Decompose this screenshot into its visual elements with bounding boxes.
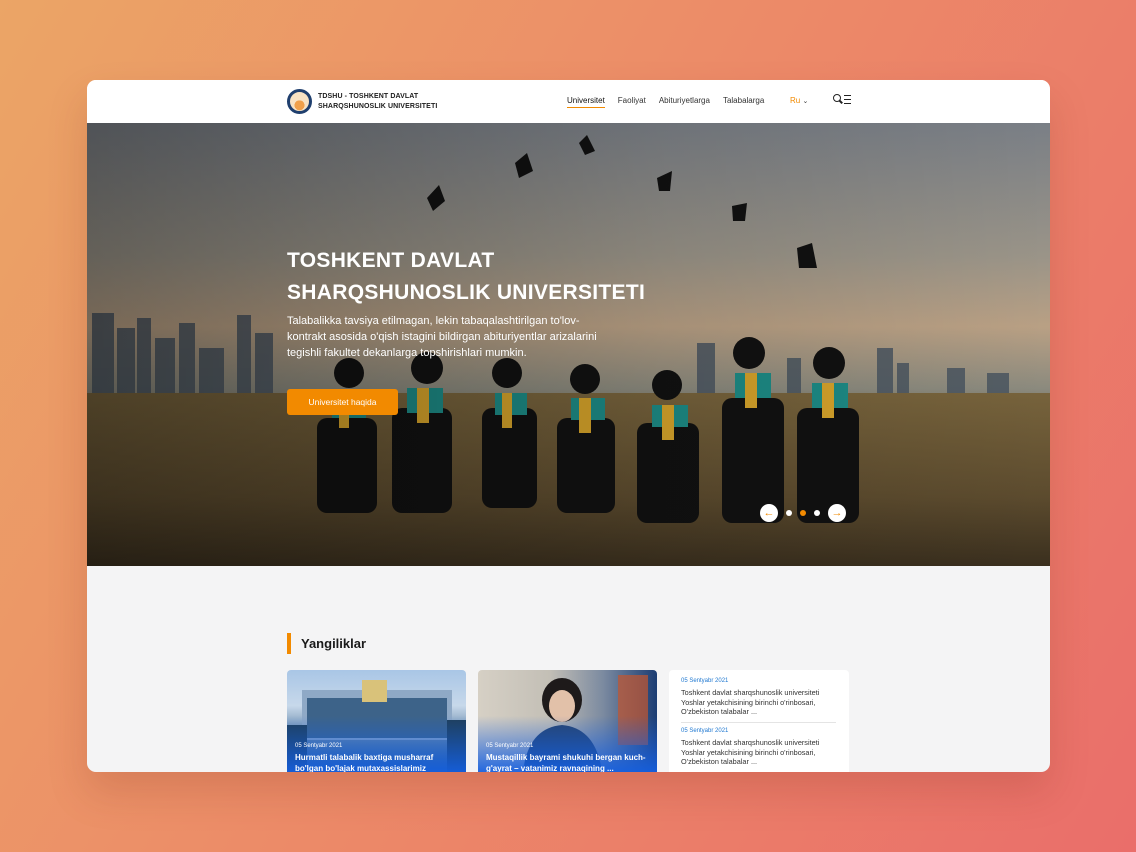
slider-controls: ← →	[760, 504, 846, 522]
list-item-text: Toshkent davlat sharqshunoslik universit…	[681, 688, 820, 716]
hero-title-line-1: TOSHKENT DAVLAT	[287, 249, 495, 272]
card-date: 05 Sentyabr 2021	[486, 743, 534, 749]
site-logo[interactable]: TDSHU - TOSHKENT DAVLAT SHARQSHUNOSLIK U…	[287, 89, 437, 114]
list-item-date: 05 Sentyabr 2021	[681, 678, 729, 684]
chevron-down-icon: ⌄	[802, 98, 809, 105]
main-nav: Universitet Faoliyat Abituriyetlarga Tal…	[567, 96, 764, 108]
logo-line-1: TDSHU - TOSHKENT DAVLAT	[318, 92, 419, 100]
language-label: Ru	[790, 96, 801, 105]
nav-item-abituriyetlarga[interactable]: Abituriyetlarga	[659, 96, 710, 108]
card-title: Hurmatli talabalik baxtiga musharraf bo'…	[295, 753, 434, 772]
news-card[interactable]: 05 Sentyabr 2021 Mustaqillik bayrami shu…	[478, 670, 657, 772]
about-university-button[interactable]: Universitet haqida	[287, 389, 398, 415]
nav-item-faoliyat[interactable]: Faoliyat	[618, 96, 646, 108]
browser-window: TDSHU - TOSHKENT DAVLAT SHARQSHUNOSLIK U…	[87, 80, 1050, 772]
list-item[interactable]: 05 Sentyabr 2021 Toshkent davlat sharqsh…	[681, 728, 838, 767]
slider-dot-3[interactable]	[814, 510, 820, 516]
arrow-right-icon[interactable]: →	[828, 504, 846, 522]
arrow-left-icon[interactable]: ←	[760, 504, 778, 522]
language-selector[interactable]: Ru ⌄	[790, 96, 808, 105]
site-header: TDSHU - TOSHKENT DAVLAT SHARQSHUNOSLIK U…	[87, 80, 1050, 123]
card-title: Mustaqillik bayrami shukuhi bergan kuch-…	[486, 753, 646, 772]
news-card[interactable]: 05 Sentyabr 2021 Hurmatli talabalik baxt…	[287, 670, 466, 772]
logo-text: TDSHU - TOSHKENT DAVLAT SHARQSHUNOSLIK U…	[318, 92, 437, 112]
news-section-title: Yangiliklar	[287, 633, 366, 654]
list-divider	[681, 722, 836, 723]
slider-dot-1[interactable]	[786, 510, 792, 516]
nav-item-universitet[interactable]: Universitet	[567, 96, 605, 108]
search-menu-button[interactable]	[833, 94, 851, 106]
slider-dot-2[interactable]	[800, 510, 806, 516]
university-emblem-icon	[287, 89, 312, 114]
hero-title-line-2: SHARQSHUNOSLIK UNIVERSITETI	[287, 281, 646, 304]
hero-subtitle: Talabalikka tavsiya etilmagan, lekin tab…	[287, 315, 597, 359]
nav-item-talabalarga[interactable]: Talabalarga	[723, 96, 764, 108]
hero-banner: TOSHKENT DAVLAT SHARQSHUNOSLIK UNIVERSIT…	[87, 123, 1050, 566]
logo-line-2: SHARQSHUNOSLIK UNIVERSITETI	[318, 102, 438, 110]
list-item-text: Toshkent davlat sharqshunoslik universit…	[681, 738, 820, 766]
list-item-date: 05 Sentyabr 2021	[681, 728, 729, 734]
card-date: 05 Sentyabr 2021	[295, 743, 343, 749]
list-item[interactable]: 05 Sentyabr 2021 Toshkent davlat sharqsh…	[681, 678, 838, 717]
hero-title: TOSHKENT DAVLAT SHARQSHUNOSLIK UNIVERSIT…	[287, 245, 707, 309]
news-list: 05 Sentyabr 2021 Toshkent davlat sharqsh…	[669, 670, 849, 772]
